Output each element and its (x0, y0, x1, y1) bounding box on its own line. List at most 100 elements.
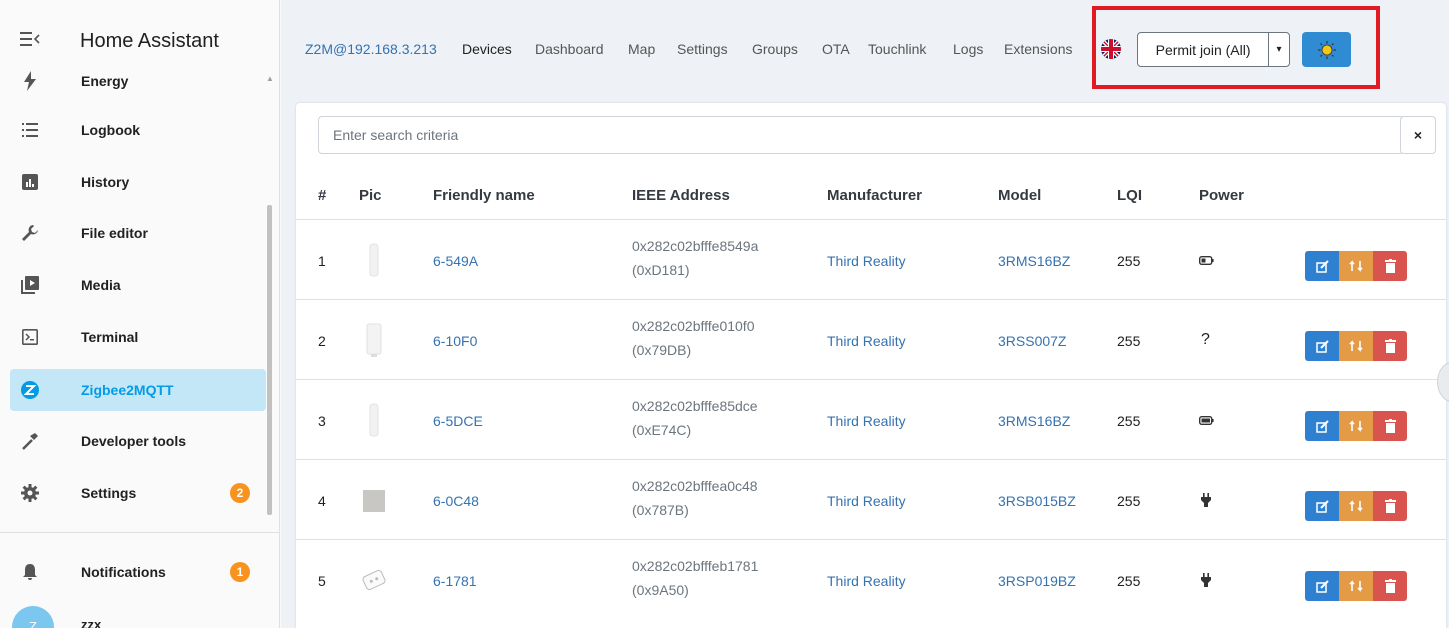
sidebar-item-energy[interactable]: Energy (10, 60, 266, 102)
sidebar-item-file-editor[interactable]: File editor (10, 212, 266, 254)
devices-card: Enter search criteria × # Pic Friendly n… (296, 103, 1446, 628)
model-link[interactable]: 3RSS007Z (998, 333, 1066, 349)
sidebar: Home Assistant ▲ Energy Logbook History … (0, 0, 280, 628)
model-link[interactable]: 3RMS16BZ (998, 253, 1070, 269)
user-name[interactable]: zzx (81, 617, 101, 628)
nav-settings[interactable]: Settings (677, 41, 728, 57)
edit-icon (1315, 339, 1329, 353)
sidebar-item-label: Developer tools (81, 433, 187, 449)
chart-icon (20, 172, 40, 192)
manufacturer-link[interactable]: Third Reality (827, 413, 906, 429)
delete-button[interactable] (1373, 331, 1407, 361)
model-link[interactable]: 3RSB015BZ (998, 493, 1076, 509)
table-row: 1 6-549A 0x282c02bfffe8549a (0xD181) Thir… (296, 219, 1446, 299)
model-link[interactable]: 3RSP019BZ (998, 573, 1076, 589)
clear-search-button[interactable]: × (1400, 116, 1436, 154)
sidebar-item-history[interactable]: History (10, 161, 266, 203)
sidebar-item-media[interactable]: Media (10, 264, 266, 306)
manufacturer-link[interactable]: Third Reality (827, 573, 906, 589)
edit-button[interactable] (1305, 331, 1339, 361)
table-row: 4 6-0C48 0x282c02bfffea0c48 (0x787B) Thir… (296, 459, 1446, 539)
friendly-name-link[interactable]: 6-1781 (433, 573, 477, 589)
sidebar-item-zigbee2mqtt[interactable]: Zigbee2MQTT (10, 369, 266, 411)
column-header-manufacturer[interactable]: Manufacturer (827, 187, 922, 204)
avatar[interactable]: Z (12, 606, 54, 628)
nav-touchlink[interactable]: Touchlink (868, 41, 926, 57)
nav-extensions[interactable]: Extensions (1004, 41, 1072, 57)
nav-ota[interactable]: OTA (822, 41, 850, 57)
column-header-number[interactable]: # (318, 187, 326, 204)
column-header-model[interactable]: Model (998, 187, 1041, 204)
bell-icon (20, 562, 40, 582)
edit-button[interactable] (1305, 251, 1339, 281)
friendly-name-link[interactable]: 6-549A (433, 253, 478, 269)
battery-icon (1199, 256, 1214, 265)
row-number: 5 (318, 573, 326, 589)
delete-button[interactable] (1373, 251, 1407, 281)
notifications-badge: 1 (230, 562, 250, 582)
menu-collapse-icon[interactable] (20, 32, 40, 46)
trash-icon (1384, 339, 1396, 353)
sidebar-header: Home Assistant (0, 0, 279, 64)
search-input[interactable]: Enter search criteria (318, 116, 1404, 154)
column-header-power[interactable]: Power (1199, 187, 1244, 204)
battery-icon (1199, 416, 1214, 425)
row-actions (1305, 331, 1407, 361)
ieee-address: 0x282c02bfffe8549a (0xD181) (632, 238, 759, 278)
column-header-ieee-address[interactable]: IEEE Address (632, 187, 730, 204)
manufacturer-link[interactable]: Third Reality (827, 333, 906, 349)
friendly-name-link[interactable]: 6-0C48 (433, 493, 479, 509)
plug-icon (1201, 493, 1211, 507)
sidebar-item-developer-tools[interactable]: Developer tools (10, 420, 266, 462)
manufacturer-link[interactable]: Third Reality (827, 493, 906, 509)
nav-logs[interactable]: Logs (953, 41, 983, 57)
brand-link[interactable]: Z2M@192.168.3.213 (305, 41, 437, 57)
manufacturer-link[interactable]: Third Reality (827, 253, 906, 269)
edit-button[interactable] (1305, 491, 1339, 521)
rename-icon (1349, 260, 1363, 272)
edit-button[interactable] (1305, 571, 1339, 601)
column-header-lqi[interactable]: LQI (1117, 187, 1142, 204)
sidebar-item-settings[interactable]: Settings 2 (10, 472, 266, 514)
rename-button[interactable] (1339, 491, 1373, 521)
nav-map[interactable]: Map (628, 41, 655, 57)
sidebar-item-label: History (81, 174, 130, 190)
sidebar-item-logbook[interactable]: Logbook (10, 109, 266, 151)
trash-icon (1384, 579, 1396, 593)
edit-button[interactable] (1305, 411, 1339, 441)
column-header-friendly-name[interactable]: Friendly name (433, 187, 535, 204)
rename-button[interactable] (1339, 571, 1373, 601)
row-actions (1305, 411, 1407, 441)
ieee-address: 0x282c02bfffe85dce (0xE74C) (632, 398, 758, 438)
sidebar-scrollbar[interactable] (267, 205, 272, 515)
zigbee-icon (20, 380, 40, 400)
delete-button[interactable] (1373, 411, 1407, 441)
edit-icon (1315, 259, 1329, 273)
model-link[interactable]: 3RMS16BZ (998, 413, 1070, 429)
list-icon (20, 120, 40, 140)
edit-icon (1315, 579, 1329, 593)
lqi-value: 255 (1117, 493, 1141, 509)
nav-dashboard[interactable]: Dashboard (535, 41, 604, 57)
rename-button[interactable] (1339, 331, 1373, 361)
rename-icon (1349, 420, 1363, 432)
sidebar-item-terminal[interactable]: Terminal (10, 316, 266, 358)
trash-icon (1384, 499, 1396, 513)
column-header-pic[interactable]: Pic (359, 187, 382, 204)
trash-icon (1384, 419, 1396, 433)
friendly-name-link[interactable]: 6-5DCE (433, 413, 483, 429)
friendly-name-link[interactable]: 6-10F0 (433, 333, 477, 349)
scroll-up-icon[interactable]: ▲ (266, 74, 274, 90)
row-actions (1305, 571, 1407, 601)
nav-devices[interactable]: Devices (462, 41, 512, 57)
main-panel: Z2M@192.168.3.213 Devices Dashboard Map … (281, 0, 1449, 628)
nav-groups[interactable]: Groups (752, 41, 798, 57)
delete-button[interactable] (1373, 491, 1407, 521)
sidebar-item-label: Zigbee2MQTT (81, 382, 174, 398)
app-title: Home Assistant (80, 30, 219, 52)
rename-button[interactable] (1339, 411, 1373, 441)
delete-button[interactable] (1373, 571, 1407, 601)
hammer-icon (20, 431, 40, 451)
sidebar-item-notifications[interactable]: Notifications 1 (10, 551, 266, 593)
rename-button[interactable] (1339, 251, 1373, 281)
